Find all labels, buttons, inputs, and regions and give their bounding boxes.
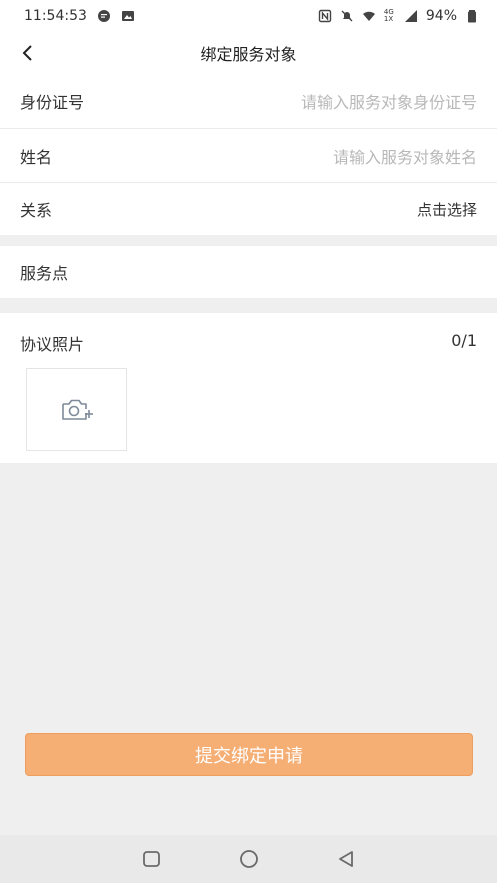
id-number-label: 身份证号	[20, 93, 85, 112]
photo-count: 0/1	[451, 331, 477, 350]
service-point-row[interactable]: 服务点	[0, 246, 497, 298]
wifi-icon	[362, 11, 375, 21]
photo-upload-button[interactable]	[26, 368, 127, 451]
mute-icon	[341, 10, 353, 22]
name-label: 姓名	[20, 147, 53, 167]
page-header: 绑定服务对象	[0, 32, 497, 74]
message-icon	[97, 10, 110, 22]
relation-label: 关系	[20, 201, 53, 220]
name-input[interactable]: 请输入服务对象姓名	[333, 144, 477, 168]
status-bar: 11:54:53 4G 1X 94%	[0, 0, 497, 32]
relation-select[interactable]: 点击选择	[417, 199, 477, 220]
back-button[interactable]	[14, 40, 40, 66]
id-number-input[interactable]: 请输入服务对象身份证号	[301, 89, 477, 113]
network-type: 4G 1X	[383, 8, 394, 23]
image-icon	[121, 11, 134, 21]
battery-icon	[468, 10, 476, 23]
relation-row[interactable]: 关系 点击选择	[0, 183, 497, 235]
back-arrow-icon	[22, 45, 32, 61]
recent-apps-icon[interactable]	[142, 850, 162, 868]
add-photo-icon	[61, 399, 93, 420]
back-nav-icon[interactable]	[336, 850, 356, 868]
nfc-icon	[318, 9, 332, 23]
system-nav-bar	[0, 835, 497, 883]
name-row[interactable]: 姓名 请输入服务对象姓名	[0, 129, 497, 182]
status-time: 11:54:53	[24, 8, 87, 24]
battery-percent: 94%	[425, 8, 457, 24]
page-title: 绑定服务对象	[200, 45, 297, 64]
id-number-row[interactable]: 身份证号 请输入服务对象身份证号	[0, 74, 497, 128]
photo-label: 协议照片	[20, 335, 85, 354]
service-point-label: 服务点	[20, 264, 69, 283]
signal-icon	[404, 10, 417, 22]
submit-button[interactable]: 提交绑定申请	[25, 733, 473, 776]
home-icon[interactable]	[238, 848, 260, 870]
photo-section: 协议照片 0/1	[0, 313, 497, 463]
